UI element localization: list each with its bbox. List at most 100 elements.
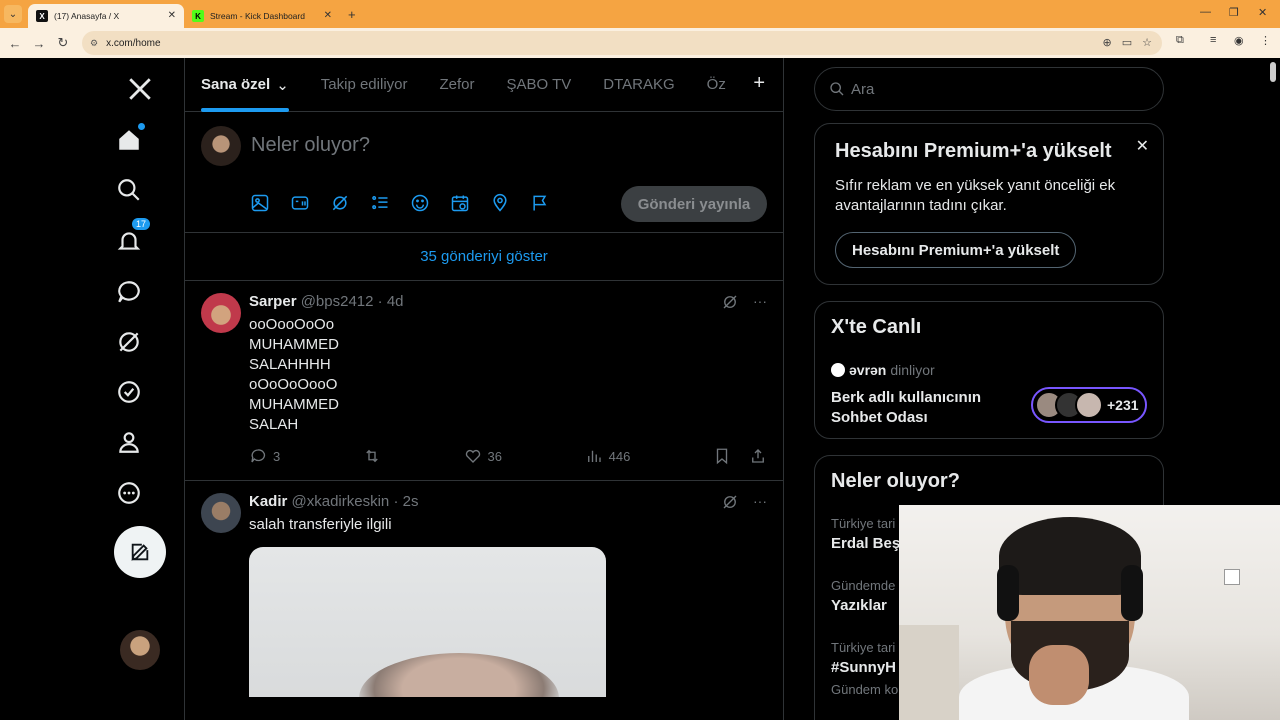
grok-icon[interactable] xyxy=(721,293,739,314)
tweet-text: ooOooOoOo MUHAMMED SALAHHHH oOoOoOooO MU… xyxy=(249,316,339,433)
repost-button[interactable] xyxy=(363,447,381,465)
restore-icon[interactable]: ❐ xyxy=(1229,6,1239,19)
share-icon[interactable] xyxy=(749,447,767,465)
tab-following[interactable]: Takip ediliyor xyxy=(305,58,424,112)
feather-icon xyxy=(131,543,149,561)
webcam-wall-switch xyxy=(1224,569,1240,585)
like-button[interactable]: 36 xyxy=(464,447,502,465)
tweet-avatar[interactable] xyxy=(201,293,241,333)
browser-toolbar: ← → ↻ ⚙ x.com/home ⊕ ▭ ☆ ⧉ ≡ ◉ ⋮ xyxy=(0,28,1280,58)
notifications-icon[interactable]: 17 xyxy=(114,218,151,256)
live-title: X'te Canlı xyxy=(831,316,922,338)
address-bar[interactable]: ⚙ x.com/home ⊕ ▭ ☆ xyxy=(82,31,1162,55)
trend-item[interactable]: Türkiye tari #SunnyH xyxy=(831,640,896,676)
tab-dtarakg[interactable]: DTARAKG xyxy=(587,58,690,112)
more-options-icon[interactable]: ··· xyxy=(753,493,767,514)
reply-button[interactable]: 3 xyxy=(249,447,280,465)
trend-item[interactable]: Türkiye tari Erdal Beş xyxy=(831,516,900,552)
x-logo-icon[interactable] xyxy=(125,74,155,104)
image-icon[interactable] xyxy=(249,192,271,214)
verified-icon[interactable] xyxy=(114,377,144,407)
tab-search-icon[interactable]: ⌄ xyxy=(4,5,22,23)
tweet[interactable]: Kadir @xkadirkeskin · 2s ··· salah trans… xyxy=(185,481,783,711)
tweet-avatar[interactable] xyxy=(201,493,241,533)
host-avatar xyxy=(831,363,845,377)
close-tab-icon[interactable]: ✕ xyxy=(168,10,176,21)
space-listeners[interactable]: +231 xyxy=(1031,387,1147,423)
home-icon[interactable] xyxy=(114,123,145,155)
tweet-text: salah transferiyle ilgili xyxy=(249,516,392,533)
views-button[interactable]: 446 xyxy=(585,447,630,465)
account-avatar[interactable] xyxy=(120,630,160,670)
location-icon[interactable] xyxy=(489,192,511,214)
post-button[interactable]: Gönderi yayınla xyxy=(621,186,767,222)
tweet-header: Sarper @bps2412 · 4d xyxy=(249,293,404,310)
author-name[interactable]: Sarper xyxy=(249,293,297,310)
cast-icon[interactable]: ▭ xyxy=(1122,36,1132,49)
flag-icon[interactable] xyxy=(529,192,551,214)
more-options-icon[interactable]: ··· xyxy=(753,293,767,314)
grok-icon[interactable] xyxy=(114,327,144,357)
more-icon[interactable] xyxy=(114,478,144,508)
new-tab-icon[interactable]: + xyxy=(348,7,356,22)
emoji-icon[interactable] xyxy=(409,192,431,214)
bookmark-star-icon[interactable]: ☆ xyxy=(1142,36,1152,49)
gif-icon[interactable] xyxy=(289,192,311,214)
trend-item[interactable]: Gündem ko xyxy=(831,682,898,697)
grok-icon[interactable] xyxy=(721,493,739,514)
tweet-time[interactable]: 2s xyxy=(403,493,419,510)
profile-icon[interactable] xyxy=(114,427,144,457)
close-icon[interactable]: ✕ xyxy=(1136,136,1149,156)
forward-icon[interactable]: → xyxy=(27,36,51,51)
x-favicon-icon: X xyxy=(36,10,48,22)
author-handle[interactable]: @xkadirkeskin xyxy=(292,493,390,510)
close-tab-icon[interactable]: ✕ xyxy=(324,10,332,21)
url-text: x.com/home xyxy=(106,37,161,49)
bookmark-icon[interactable] xyxy=(713,447,731,465)
minimize-icon[interactable]: — xyxy=(1200,6,1211,18)
premium-description: Sıfır reklam ve en yüksek yanıt önceliği… xyxy=(835,177,1116,214)
poll-icon[interactable] xyxy=(369,192,391,214)
tweet-menu: ··· xyxy=(721,293,767,314)
upgrade-premium-button[interactable]: Hesabını Premium+'a yükselt xyxy=(835,232,1077,268)
messages-icon[interactable] xyxy=(114,277,144,307)
site-info-icon[interactable]: ⚙ xyxy=(90,38,98,49)
tweet-media-image[interactable] xyxy=(249,547,606,697)
browser-tab-title: Stream - Kick Dashboard xyxy=(210,11,305,21)
browser-tab-x[interactable]: X (17) Anasayfa / X ✕ xyxy=(28,4,184,28)
tweet[interactable]: Sarper @bps2412 · 4d ··· ooOooOoOo MUHAM… xyxy=(185,281,783,481)
window-close-icon[interactable]: ✕ xyxy=(1258,6,1267,19)
reload-icon[interactable]: ↻ xyxy=(51,35,75,51)
menu-icon[interactable]: ⋮ xyxy=(1260,34,1271,47)
profile-icon[interactable]: ◉ xyxy=(1234,34,1244,47)
tab-sabo-tv[interactable]: ŞABO TV xyxy=(491,58,588,112)
browser-tab-kick[interactable]: K Stream - Kick Dashboard ✕ xyxy=(184,4,340,28)
trend-item[interactable]: Gündemde Yazıklar xyxy=(831,578,895,614)
tab-zefor[interactable]: Zefor xyxy=(424,58,491,112)
tab-for-you[interactable]: Sana özel ⌄ xyxy=(185,58,305,112)
new-posts-dot xyxy=(138,123,145,130)
composer-input[interactable]: Neler oluyor? xyxy=(251,134,370,157)
tweet-time[interactable]: 4d xyxy=(387,293,404,310)
author-name[interactable]: Kadir xyxy=(249,493,287,510)
grok-icon[interactable] xyxy=(329,192,351,214)
back-icon[interactable]: ← xyxy=(3,36,27,51)
page-scrollbar[interactable] xyxy=(1270,62,1276,82)
tab-oz[interactable]: Öz xyxy=(691,58,739,112)
live-spaces-card[interactable]: X'te Canlı əvrən dinliyor Berk adlı kull… xyxy=(814,301,1164,439)
explore-icon[interactable] xyxy=(114,175,144,205)
zoom-icon[interactable]: ⊕ xyxy=(1103,36,1112,49)
repost-icon xyxy=(366,449,378,463)
kick-favicon-icon: K xyxy=(192,10,204,22)
schedule-icon[interactable] xyxy=(449,192,471,214)
add-tab-icon[interactable]: + xyxy=(753,72,765,95)
author-handle[interactable]: @bps2412 xyxy=(301,293,374,310)
tweet-header: Kadir @xkadirkeskin · 2s xyxy=(249,493,419,510)
extensions-icon[interactable]: ⧉ xyxy=(1176,34,1184,47)
headphone-right xyxy=(1121,565,1143,621)
space-title[interactable]: Berk adlı kullanıcının Sohbet Odası xyxy=(831,388,1011,428)
show-new-posts-link[interactable]: 35 gönderiyi göster xyxy=(185,233,783,281)
search-input[interactable]: Ara xyxy=(814,67,1164,111)
media-icon[interactable]: ≡ xyxy=(1210,34,1216,46)
compose-post-button[interactable] xyxy=(114,526,166,578)
